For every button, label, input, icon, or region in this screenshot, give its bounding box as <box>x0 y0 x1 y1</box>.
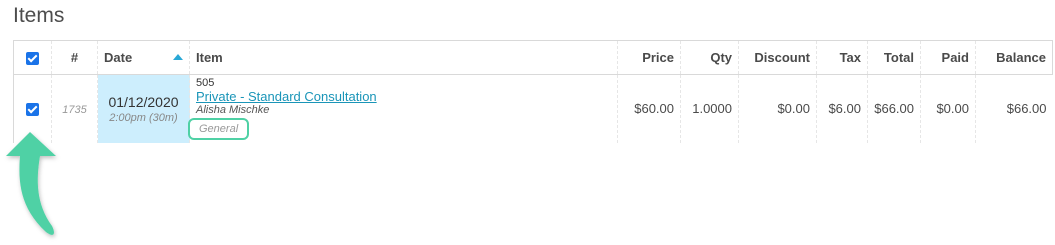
header-total[interactable]: Total <box>867 40 921 75</box>
row-balance: $66.00 <box>1006 101 1047 117</box>
header-paid[interactable]: Paid <box>920 40 976 75</box>
section-title: Items <box>13 4 65 27</box>
row-date-cell[interactable]: 01/12/2020 2:00pm (30m) <box>97 74 190 143</box>
row-number: 1735 <box>62 104 87 117</box>
row-date: 01/12/2020 <box>108 93 179 110</box>
table-header-row: # Date Item Price Qty Discount Tax Total… <box>13 40 1053 75</box>
row-item-cell: 505 Private - Standard Consultation Alis… <box>188 74 618 143</box>
item-provider: Alisha Mischke <box>196 104 270 117</box>
item-code: 505 <box>196 77 215 90</box>
row-paid: $0.00 <box>920 74 976 143</box>
row-tax: $6.00 <box>816 74 868 143</box>
header-price[interactable]: Price <box>617 40 681 75</box>
row-checkbox[interactable] <box>26 103 39 117</box>
item-category-tag: General <box>188 118 250 141</box>
header-discount[interactable]: Discount <box>738 40 817 75</box>
header-date[interactable]: Date <box>97 40 190 75</box>
row-time: 2:00pm (30m) <box>109 111 178 124</box>
row-qty: 1.0000 <box>680 74 739 143</box>
row-discount: $0.00 <box>738 74 817 143</box>
header-item[interactable]: Item <box>189 40 618 75</box>
item-name-link[interactable]: Private - Standard Consultation <box>196 89 377 104</box>
pointer-arrow-icon <box>6 132 56 235</box>
header-date-label: Date <box>104 50 133 65</box>
row-total: $66.00 <box>867 74 921 143</box>
items-table: # Date Item Price Qty Discount Tax Total… <box>13 40 1053 143</box>
table-row: 1735 01/12/2020 2:00pm (30m) 505 Private… <box>13 74 1053 143</box>
sort-ascending-icon <box>173 54 183 60</box>
header-tax[interactable]: Tax <box>816 40 868 75</box>
row-price: $60.00 <box>617 74 681 143</box>
select-all-header <box>13 40 52 75</box>
header-balance[interactable]: Balance <box>975 40 1053 75</box>
select-all-checkbox[interactable] <box>26 52 39 66</box>
header-qty[interactable]: Qty <box>680 40 739 75</box>
header-number[interactable]: # <box>51 40 98 75</box>
